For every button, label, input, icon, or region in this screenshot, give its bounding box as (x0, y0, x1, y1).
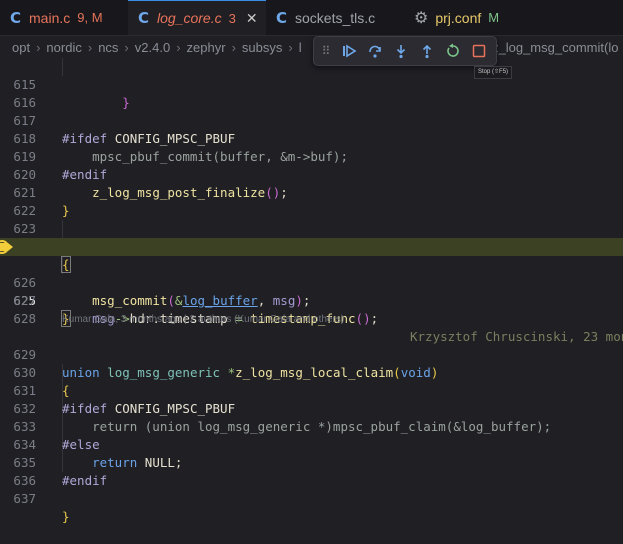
code-line: 633 #else (0, 400, 623, 452)
chevron-right-icon: › (176, 39, 181, 55)
tab-label: main.c (29, 9, 71, 26)
breadcrumb-item[interactable]: subsys (242, 40, 282, 55)
code-line: 624 { (0, 220, 623, 273)
code-line: 629 union log_msg_generic *z_log_msg_loc… (0, 328, 623, 380)
chevron-right-icon: › (36, 39, 41, 55)
tab-label: prj.conf (435, 9, 482, 26)
code-line: 626 msg_commit(&log_buffer, msg); (0, 256, 623, 308)
gear-icon: ⚙ (414, 9, 429, 27)
code-line: 635 #endif (0, 436, 623, 488)
breadcrumb-item[interactable]: l (299, 40, 302, 55)
code-line: 630 { (0, 346, 623, 398)
breadcrumb-item[interactable]: v2.4.0 (135, 40, 170, 55)
code-line: 632 return (union log_msg_generic *)mpsc… (0, 382, 623, 434)
current-line-arrow-icon (0, 243, 13, 251)
breadcrumb-item[interactable]: nordic (46, 40, 81, 55)
close-icon[interactable]: ✕ (246, 10, 258, 27)
breadcrumb: opt › nordic › ncs › v2.4.0 › zephyr › subsys… (0, 36, 623, 58)
tab-label: log_core.c (157, 10, 222, 26)
c-file-icon: C (276, 8, 288, 27)
continue-icon (343, 44, 357, 58)
breadcrumb-item[interactable]: opt (12, 40, 30, 55)
breadcrumb-item[interactable]: zephyr (187, 40, 226, 55)
tab-status: M (488, 10, 500, 25)
code-editor[interactable]: 615 } 616 617 #ifdef CONFIG_MPSC_PBUF 61… (0, 58, 623, 524)
code-line: 631 #ifdef CONFIG_MPSC_PBUF (0, 364, 623, 416)
tab-status: 9, M (77, 10, 103, 25)
code-line: 628 (0, 292, 623, 326)
code-text: } (62, 509, 70, 524)
code-line: 619 #endif (0, 130, 623, 182)
code-line: 634 return NULL; (0, 418, 623, 470)
chevron-right-icon: › (231, 39, 236, 55)
code-line: 636 (0, 454, 623, 488)
step-into-icon (396, 45, 406, 59)
code-line: 616 (0, 76, 623, 110)
stop-icon (472, 44, 486, 58)
code-line: 621 } (0, 166, 623, 218)
tab-status: 3 (228, 10, 236, 26)
tab-log-core-c[interactable]: C log_core.c 3 ✕ (128, 0, 266, 35)
codelens-text[interactable]: Kumar Gala, 3 months ago | 2 authors (Ku… (62, 311, 344, 329)
current-line: 625 msg->hdr.timestamp = timestamp_func(… (0, 238, 623, 344)
code-line: 615 } (0, 58, 623, 110)
restart-icon (447, 43, 459, 57)
tab-prj-conf[interactable]: ⚙ prj.conf M (404, 0, 524, 35)
line-number: 637 (13, 491, 36, 506)
codelens[interactable]: Kumar Gala, 3 months ago | 2 authors (Ku… (0, 311, 623, 329)
code-line: 618 mpsc_pbuf_commit(buffer, &m->buf); (0, 112, 623, 164)
code-line: 623 void z_log_msg_commit(struct log_msg… (0, 202, 623, 254)
code-line: 637 } (0, 472, 623, 524)
step-out-icon (422, 44, 432, 59)
breadcrumb-item[interactable]: z_log_msg_commit(lo (492, 40, 618, 55)
tab-sockets-tls-c[interactable]: C sockets_tls.c (266, 0, 404, 35)
chevron-right-icon: › (124, 39, 129, 55)
tab-label: sockets_tls.c (295, 9, 376, 26)
code-line: 627 } (0, 274, 623, 327)
code-line: 620 z_log_msg_post_finalize(); (0, 148, 623, 200)
tab-main-c[interactable]: C main.c 9, M (0, 0, 128, 35)
step-over-icon (369, 45, 381, 58)
c-file-icon: C (138, 9, 150, 27)
code-line: 622 (0, 184, 623, 218)
chevron-right-icon: › (87, 39, 93, 55)
editor-tab-bar: C main.c 9, M C log_core.c 3 ✕ C sockets… (0, 0, 623, 36)
drag-handle-icon[interactable]: ⠿ (316, 44, 336, 58)
breadcrumb-item[interactable]: ncs (98, 40, 118, 55)
code-line: 617 #ifdef CONFIG_MPSC_PBUF (0, 94, 623, 146)
c-file-icon: C (10, 8, 22, 27)
chevron-right-icon: › (288, 39, 293, 55)
